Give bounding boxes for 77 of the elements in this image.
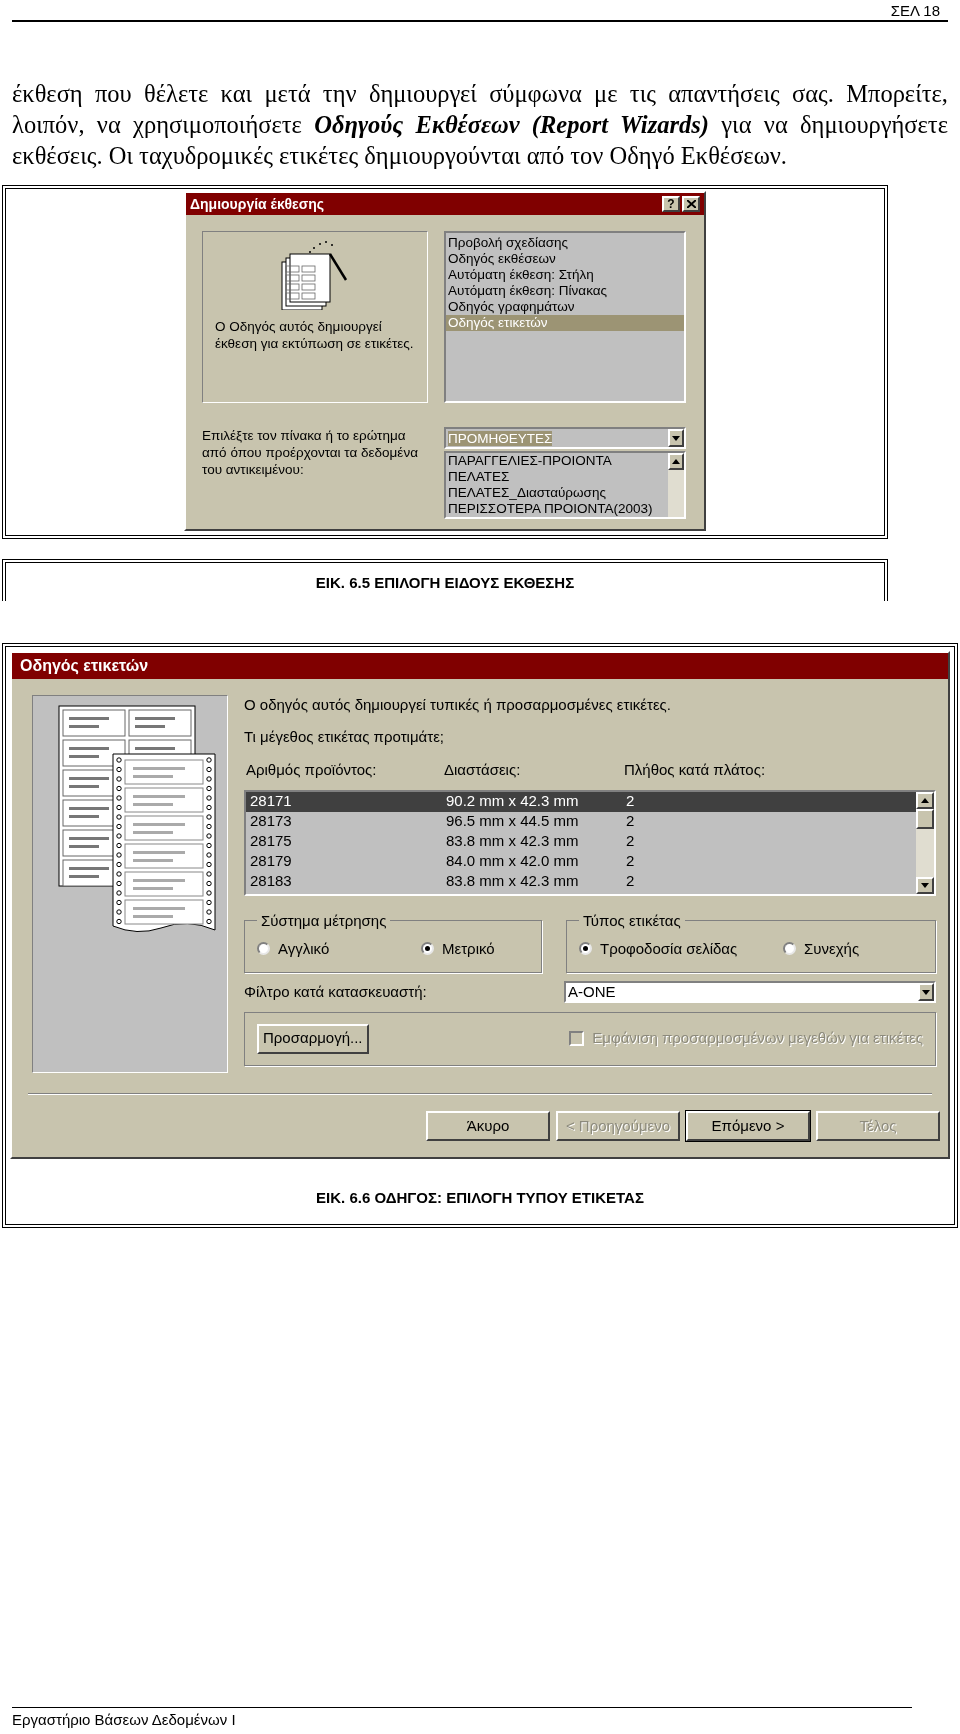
- list-item[interactable]: ΠΕΡΙΣΣΟΤΕΡΑ ΠΡΟΙΟΝΤΑ(2003): [448, 501, 668, 517]
- radio-button[interactable]: [579, 942, 592, 956]
- wizard-button[interactable]: Επόμενο >: [686, 1111, 810, 1141]
- table-cell-text: 28179: [250, 851, 293, 872]
- help-button[interactable]: ?: [662, 196, 680, 212]
- radio-button[interactable]: [257, 942, 270, 956]
- table-cell-text: 28183: [250, 871, 293, 892]
- down-arrow-icon: [921, 882, 929, 888]
- dropdown-button[interactable]: [918, 983, 934, 1002]
- page-number: ΣΕΛ 18: [890, 2, 940, 20]
- scroll-up-button[interactable]: [668, 453, 684, 470]
- list-item[interactable]: ΠΑΡΑΓΓΕΛΙΕΣ-ΠΡΟΙΟΝΤΑ: [448, 453, 668, 469]
- column-header: Διαστάσεις:: [444, 760, 522, 780]
- table-cell-text: 2: [626, 851, 635, 872]
- column-header: Αριθμός προϊόντος:: [246, 760, 378, 780]
- list-row[interactable]: 28183 83.8 mm x 42.3 mm 2: [246, 871, 916, 892]
- list-row[interactable]: 28175 83.8 mm x 42.3 mm 2: [246, 831, 916, 852]
- table-cell-text: 2: [626, 791, 635, 812]
- column-header: Πλήθος κατά πλάτος:: [624, 760, 766, 780]
- table-cell-text: 2: [626, 831, 635, 852]
- checkbox-label: Εμφάνιση προσαρμοσμένων μεγεθών για ετικέτες: [592, 1028, 923, 1049]
- table-cell-text: 2: [626, 871, 635, 892]
- wizard-button[interactable]: Άκυρο: [426, 1111, 550, 1141]
- table-cell-text: 83.8 mm x 42.3 mm: [446, 831, 580, 852]
- scroll-down-button[interactable]: [916, 876, 934, 894]
- scrollbar[interactable]: [668, 453, 684, 517]
- scroll-thumb[interactable]: [916, 808, 934, 829]
- group-title: Τύπος ετικέτας: [582, 911, 682, 930]
- radio-button[interactable]: [421, 942, 434, 956]
- list-item[interactable]: Αυτόματη έκθεση: Πίνακας: [446, 283, 684, 299]
- table-cell-text: 90.2 mm x 42.3 mm: [446, 791, 580, 812]
- down-arrow-icon: [922, 989, 930, 995]
- table-cell-text: 96.5 mm x 44.5 mm: [446, 811, 580, 832]
- table-cell-text: 28175: [250, 831, 293, 852]
- manufacturer-dropdown[interactable]: A-ONE: [564, 981, 936, 1004]
- radio-label: Αγγλικό: [278, 938, 330, 959]
- list-row[interactable]: 28179 84.0 mm x 42.0 mm 2: [246, 851, 916, 872]
- list-item[interactable]: Οδηγός γραφημάτων: [446, 299, 684, 315]
- scrollbar[interactable]: [916, 791, 934, 894]
- close-button[interactable]: [682, 196, 700, 212]
- wizard-description: Ο Οδηγός αυτός δημιουργεί έκθεση για εκτύπωση σε ετικέτες.: [215, 318, 415, 352]
- filter-label: Φίλτρο κατά κατασκευαστή:: [244, 982, 428, 1002]
- figure-caption: ΕΙΚ. 6.5 ΕΠΙΛΟΓΗ ΕΙΔΟΥΣ ΕΚΘΕΣΗΣ: [315, 573, 575, 593]
- close-icon: [686, 200, 696, 208]
- window-title: Δημιουργία έκθεσης: [190, 194, 325, 214]
- table-cell-text: 2: [626, 811, 635, 832]
- customize-button[interactable]: Προσαρμογή...: [257, 1023, 369, 1054]
- wizard-intro: Ο οδηγός αυτός δημιουργεί τυπικές ή προσαρμοσμένες ετικέτες.: [244, 695, 672, 715]
- list-item[interactable]: ΠΕΛΑΤΕΣ_Διασταύρωσης: [448, 485, 668, 501]
- table-cell-text: 28173: [250, 811, 293, 832]
- window-title: Οδηγός ετικετών: [20, 656, 149, 676]
- up-arrow-icon: [672, 459, 680, 464]
- list-item[interactable]: Προβολή σχεδίασης: [446, 235, 684, 251]
- dropdown-button[interactable]: [668, 429, 684, 447]
- dropdown-value: ΠΡΟΜΗΘΕΥΤΕΣ: [448, 430, 553, 446]
- size-question: Τι μέγεθος ετικέτας προτιμάτε;: [244, 727, 445, 747]
- list-item[interactable]: ΠΕΛΑΤΕΣ: [448, 469, 668, 485]
- table-cell-text: 28171: [250, 791, 293, 812]
- list-row[interactable]: 28173 96.5 mm x 44.5 mm 2: [246, 811, 916, 832]
- figure-caption: ΕΙΚ. 6.6 ΟΔΗΓΟΣ: ΕΠΙΛΟΓΗ ΤΥΠΟΥ ΕΤΙΚΕΤΑΣ: [316, 1188, 644, 1208]
- body-paragraph: έκθεση που θέλετε και μετά την δημιουργεί σύμφωνα με τις απαντήσεις σας. Μπορείτε, λοιπόν, να χρησιμοποιήσετε Οδηγούς Εκθέσεων (Report Wizards) για να δημιουργήσετε εκθέσεις. Οι ταχυδρομικές ετικέτες δημιουργούνται από τον Οδηγό Εκθέσεων.: [12, 79, 948, 171]
- source-label: Επιλέξτε τον πίνακα ή το ερώτημα από όπου προέρχονται τα δεδομένα του αντικειμένου:: [202, 427, 419, 479]
- up-arrow-icon: [921, 797, 929, 803]
- radio-label: Μετρικό: [442, 938, 495, 959]
- dropdown-value: A-ONE: [568, 982, 616, 1002]
- page-footer: Εργαστήριο Βάσεων Δεδομένων Ι: [12, 1710, 948, 1730]
- down-arrow-icon: [672, 435, 680, 441]
- radio-label: Συνεχής: [804, 938, 860, 959]
- list-item[interactable]: Αυτόματη έκθεση: Στήλη: [446, 267, 684, 283]
- group-title: Σύστημα μέτρησης: [260, 911, 388, 930]
- table-cell-text: 83.8 mm x 42.3 mm: [446, 871, 580, 892]
- list-item[interactable]: Οδηγός εκθέσεων: [446, 251, 684, 267]
- table-cell-text: 84.0 mm x 42.0 mm: [446, 851, 580, 872]
- list-row[interactable]: 28171 90.2 mm x 42.3 mm 2: [246, 791, 916, 812]
- radio-label: Τροφοδοσία σελίδας: [600, 938, 738, 959]
- scroll-up-button[interactable]: [916, 791, 934, 809]
- radio-button[interactable]: [783, 942, 796, 956]
